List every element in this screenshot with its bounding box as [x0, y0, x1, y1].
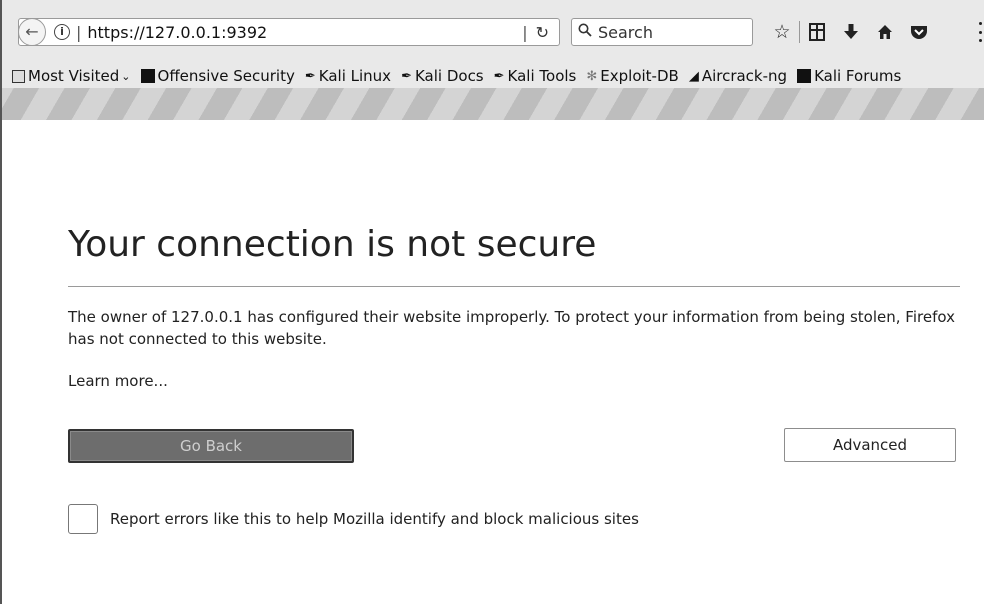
download-icon[interactable]	[834, 16, 868, 48]
bookmark-kali-tools[interactable]: ✒ Kali Tools	[494, 67, 577, 85]
search-input[interactable]: Search	[598, 23, 653, 42]
report-errors-label[interactable]: Report errors like this to help Mozilla …	[110, 510, 639, 528]
offensive-security-icon	[140, 69, 155, 83]
back-button[interactable]: ←	[18, 17, 46, 46]
reload-button[interactable]: ↻	[534, 19, 559, 45]
url-separator: |	[76, 22, 82, 42]
reading-list-icon[interactable]	[800, 16, 834, 48]
bookmark-exploit-db[interactable]: ✻ Exploit-DB	[586, 67, 678, 85]
bookmark-label: Offensive Security	[157, 67, 295, 85]
page-title: Your connection is not secure	[68, 224, 597, 265]
bookmark-label: Most Visited	[28, 67, 120, 85]
menu-icon[interactable]	[974, 22, 984, 42]
bookmark-label: Kali Tools	[507, 67, 577, 85]
report-errors-checkbox[interactable]	[68, 504, 98, 534]
url-text[interactable]: https://127.0.0.1:9392	[87, 23, 516, 42]
bookmark-kali-docs[interactable]: ✒ Kali Docs	[401, 67, 484, 85]
kali-icon: ✒	[493, 68, 505, 84]
warning-stripe	[2, 88, 984, 120]
aircrack-icon: ◢	[688, 68, 699, 84]
error-description: The owner of 127.0.0.1 has configured th…	[68, 308, 955, 348]
kali-icon: ✒	[304, 68, 316, 84]
bookmark-kali-forums[interactable]: Kali Forums	[797, 67, 901, 85]
bookmark-label: Kali Forums	[814, 67, 902, 85]
browser-window: ← i | https://127.0.0.1:9392 | ↻ Search …	[0, 0, 984, 604]
bookmark-label: Exploit-DB	[600, 67, 679, 85]
advanced-button[interactable]: Advanced	[784, 428, 956, 462]
info-icon[interactable]: i	[54, 24, 70, 40]
pocket-icon[interactable]	[902, 16, 936, 48]
bookmark-kali-linux[interactable]: ✒ Kali Linux	[305, 67, 391, 85]
title-divider	[68, 286, 960, 287]
bookmark-aircrack-ng[interactable]: ◢ Aircrack-ng	[689, 67, 787, 85]
bookmark-offensive-security[interactable]: Offensive Security	[140, 67, 295, 85]
reload-separator: |	[522, 22, 528, 42]
navigation-toolbar: ← i | https://127.0.0.1:9392 | ↻ Search …	[2, 0, 984, 64]
go-back-button[interactable]: Go Back	[68, 429, 354, 463]
toolbar-icons: ☆	[765, 16, 936, 48]
bookmark-star-icon[interactable]: ☆	[765, 16, 799, 48]
reload-icon: ↻	[535, 22, 549, 42]
kali-icon: ✒	[401, 68, 412, 84]
back-arrow-icon: ←	[25, 22, 39, 41]
learn-more-link[interactable]: Learn more...	[68, 372, 168, 390]
chevron-down-icon: ⌄	[121, 69, 131, 83]
bookmark-label: Kali Linux	[318, 67, 392, 85]
bookmark-most-visited[interactable]: Most Visited ⌄	[12, 67, 131, 85]
bookmark-label: Kali Docs	[414, 67, 484, 85]
url-bar[interactable]: ← i | https://127.0.0.1:9392 | ↻	[18, 17, 560, 46]
error-page: Your connection is not secure The owner …	[2, 120, 984, 604]
bookmark-label: Aircrack-ng	[701, 67, 788, 85]
bookmark-folder-icon	[12, 69, 25, 83]
bookmarks-toolbar: Most Visited ⌄ Offensive Security ✒ Kali…	[2, 64, 984, 88]
kali-forums-icon	[797, 69, 812, 83]
search-bar[interactable]: Search	[571, 18, 753, 46]
search-icon	[578, 23, 592, 41]
home-icon[interactable]	[868, 16, 902, 48]
exploit-db-icon: ✻	[586, 68, 598, 84]
report-errors-row: Report errors like this to help Mozilla …	[68, 504, 639, 534]
